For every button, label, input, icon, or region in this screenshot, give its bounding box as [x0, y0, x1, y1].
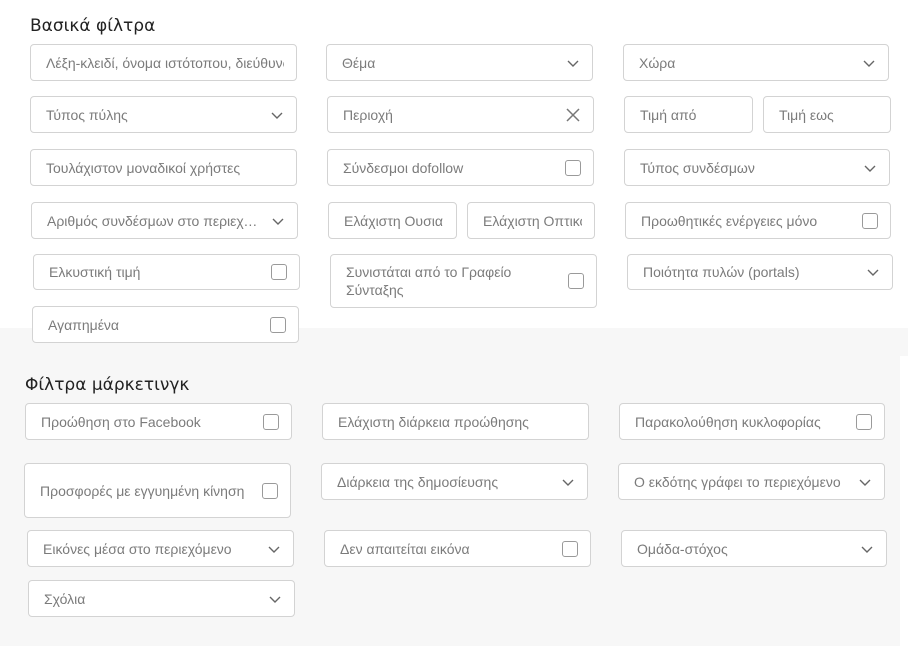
link-type-select[interactable]: Τύπος συνδέσμων: [624, 149, 890, 186]
chevron-down-icon: [863, 60, 875, 67]
price-to-input[interactable]: Τιμή εως: [763, 96, 891, 133]
links-in-content-select[interactable]: Αριθμός συνδέσμων στο περιεχόμενο: [31, 202, 298, 239]
dofollow-links-checkbox[interactable]: Σύνδεσμοι dofollow: [327, 149, 594, 186]
basic-filters-title: Βασικά φίλτρα: [30, 16, 156, 36]
favorites-checkbox[interactable]: Αγαπημένα: [32, 306, 299, 343]
chevron-down-icon: [271, 112, 283, 119]
comments-select[interactable]: Σχόλια: [28, 580, 295, 617]
checkbox[interactable]: [271, 264, 287, 280]
checkbox[interactable]: [262, 482, 278, 499]
chevron-down-icon: [272, 218, 284, 225]
keyword-search-input[interactable]: Λέξη-κλειδί, όνομα ιστότοπου, διεύθυνση: [30, 44, 297, 81]
min-visibility-input[interactable]: Ελάχιστη Οπτικότητα: [467, 202, 595, 239]
min-promo-duration-input[interactable]: Ελάχιστη διάρκεια προώθησης: [322, 403, 589, 440]
checkbox[interactable]: [565, 159, 581, 176]
checkbox[interactable]: [263, 413, 279, 430]
images-in-content-select[interactable]: Εικόνες μέσα στο περιεχόμενο: [27, 530, 294, 567]
price-from-input[interactable]: Τιμή από: [624, 96, 753, 133]
chevron-down-icon: [861, 546, 873, 553]
checkbox[interactable]: [270, 316, 286, 333]
checkbox[interactable]: [862, 212, 878, 229]
publisher-writes-select[interactable]: Ο εκδότης γράφει το περιεχόμενο: [618, 463, 885, 500]
topic-select[interactable]: Θέμα: [326, 44, 593, 81]
checkbox[interactable]: [562, 540, 578, 557]
checkbox[interactable]: [856, 413, 872, 430]
attractive-price-checkbox[interactable]: Ελκυστική τιμή: [33, 254, 300, 290]
traffic-tracking-checkbox[interactable]: Παρακολούθηση κυκλοφορίας: [619, 403, 885, 440]
marketing-filters-title: Φίλτρα μάρκετινγκ: [25, 375, 190, 395]
no-image-required-checkbox[interactable]: Δεν απαιτείται εικόνα: [324, 530, 591, 567]
portal-type-select[interactable]: Τύπος πύλης: [30, 96, 297, 133]
chevron-down-icon: [567, 60, 579, 67]
facebook-promo-checkbox[interactable]: Προώθηση στο Facebook: [25, 403, 292, 440]
promo-only-checkbox[interactable]: Προωθητικές ενέργειες μόνο: [625, 202, 891, 239]
min-substance-input[interactable]: Ελάχιστη Ουσια: [328, 202, 457, 239]
publication-duration-select[interactable]: Διάρκεια της δημοσίευσης: [321, 463, 588, 500]
target-group-select[interactable]: Ομάδα-στόχος: [621, 530, 887, 567]
chevron-down-icon: [867, 269, 879, 276]
recommended-checkbox[interactable]: Συνιστάται από το Γραφείο Σύνταξης: [330, 254, 597, 308]
chevron-down-icon: [859, 479, 871, 486]
guaranteed-traffic-checkbox[interactable]: Προσφορές με εγγυημένη κίνηση: [24, 463, 291, 518]
min-unique-users-input[interactable]: Τουλάχιστον μοναδικοί χρήστες: [30, 149, 297, 186]
close-icon[interactable]: [565, 107, 581, 123]
chevron-down-icon: [562, 479, 574, 486]
region-select[interactable]: Περιοχή: [327, 96, 594, 133]
chevron-down-icon: [268, 546, 280, 553]
chevron-down-icon: [864, 165, 876, 172]
checkbox[interactable]: [568, 273, 584, 289]
chevron-down-icon: [269, 596, 281, 603]
country-select[interactable]: Χώρα: [623, 44, 889, 81]
portal-quality-select[interactable]: Ποιότητα πυλών (portals): [627, 254, 893, 290]
